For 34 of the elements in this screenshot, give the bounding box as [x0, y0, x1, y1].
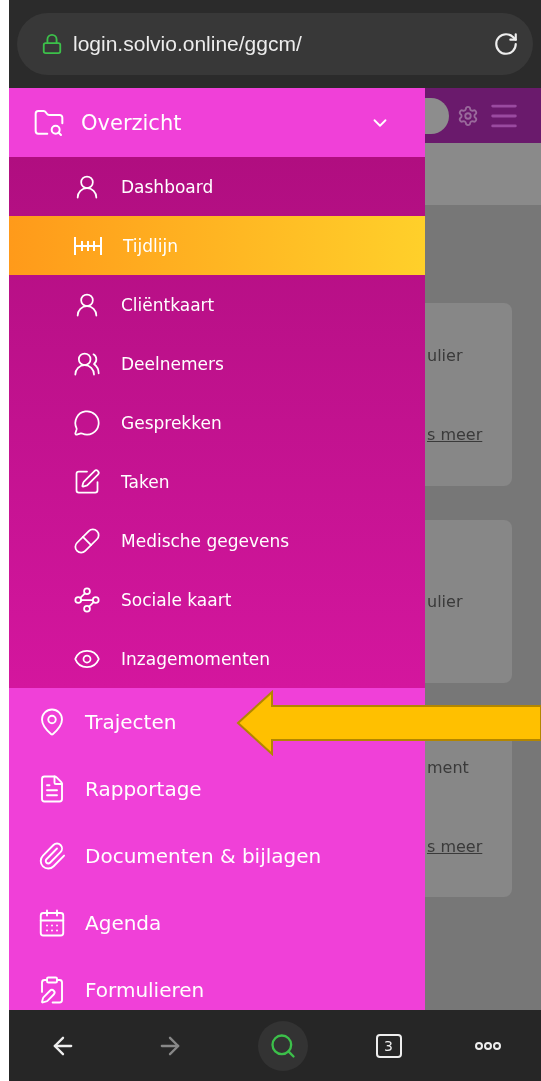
menu-item[interactable]: Formulieren: [37, 956, 205, 1010]
card-text: ulier: [427, 592, 464, 611]
settings-icon[interactable]: [457, 104, 479, 127]
card-text: ment: [427, 758, 470, 777]
network-icon: [73, 585, 101, 614]
lock-icon: [41, 33, 63, 55]
menu-item[interactable]: Gesprekken: [9, 393, 425, 452]
menu-item[interactable]: Medische gegevens: [9, 511, 425, 570]
menu-item[interactable]: Rapportage: [37, 755, 202, 822]
search-button[interactable]: [258, 1020, 308, 1071]
menu-item[interactable]: Dashboard: [9, 157, 425, 216]
section-label: Overzicht: [81, 110, 183, 135]
menu-item[interactable]: Cliëntkaart: [9, 275, 425, 334]
card-link[interactable]: s meer: [427, 424, 512, 444]
avatar[interactable]: [425, 97, 449, 134]
chat-bubble-icon: [73, 408, 101, 437]
menu-item[interactable]: Taken: [9, 452, 425, 511]
menu-item[interactable]: Inzagemomenten: [9, 629, 425, 688]
menu-item[interactable]: Documenten & bijlagen: [37, 822, 322, 889]
card-text: ulier: [427, 345, 464, 365]
menu-item[interactable]: Trajecten: [37, 688, 177, 755]
reload-icon[interactable]: [493, 31, 519, 57]
more-dots-icon: [475, 1041, 502, 1050]
menu-item[interactable]: Agenda: [37, 889, 162, 956]
timeline-icon: [73, 234, 103, 257]
calendar-icon: [37, 907, 67, 938]
note-pen-icon: [73, 467, 101, 496]
menu-item[interactable]: Sociale kaart: [9, 570, 425, 629]
pill-icon: [73, 526, 101, 555]
card-link[interactable]: s meer: [427, 837, 512, 856]
paperclip-icon: [37, 840, 67, 871]
menu-item[interactable]: Deelnemers: [9, 334, 425, 393]
tabs-button[interactable]: 3: [375, 1033, 402, 1058]
search-icon: [269, 1031, 297, 1060]
